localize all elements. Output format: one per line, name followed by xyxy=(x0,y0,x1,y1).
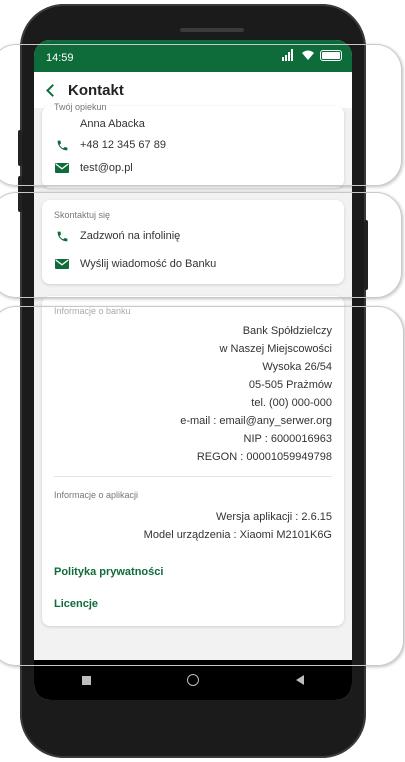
earpiece xyxy=(180,28,244,32)
callout-frame-advisor xyxy=(0,44,402,186)
system-nav-bar xyxy=(34,660,352,700)
callout-frame-bank-info xyxy=(0,306,404,666)
recent-apps-icon[interactable] xyxy=(82,675,92,685)
callout-frame-contact xyxy=(0,192,402,298)
back-triangle-icon[interactable] xyxy=(295,675,304,685)
home-icon[interactable] xyxy=(187,674,200,686)
